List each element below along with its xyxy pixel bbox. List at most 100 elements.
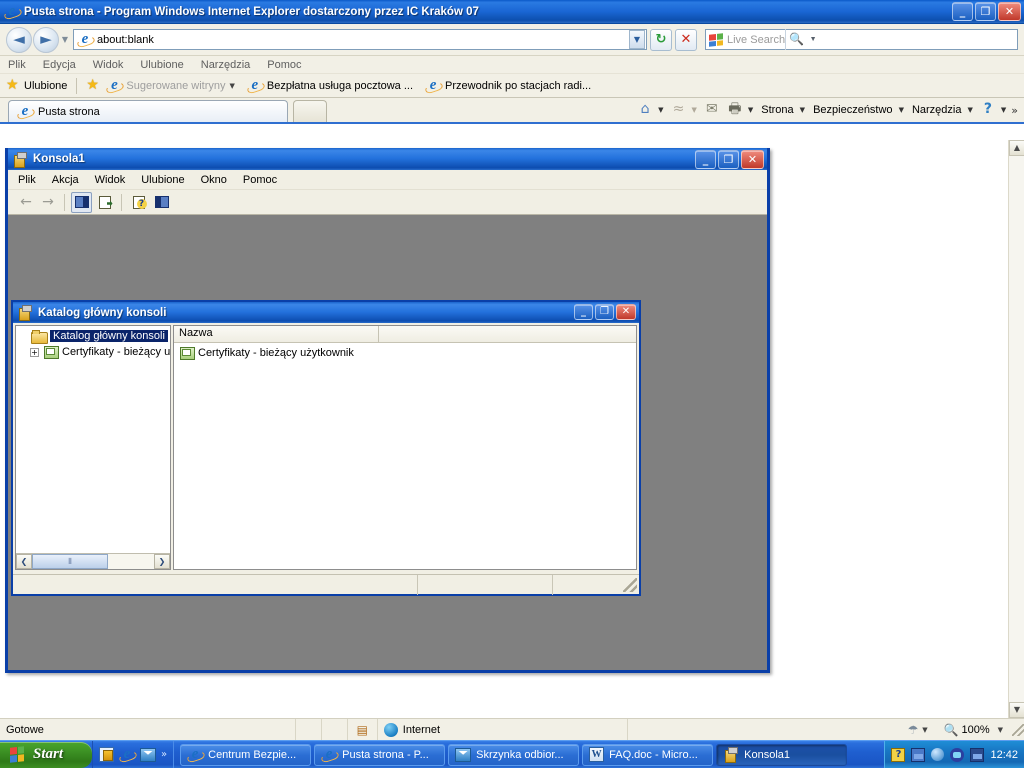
zoom-dropdown-icon[interactable]: ▼ (998, 726, 1003, 734)
menu-item-ulubione[interactable]: Ulubione (140, 59, 183, 71)
start-button[interactable]: Start (0, 741, 92, 768)
mmc-forward-icon[interactable]: → (38, 194, 58, 210)
menu-item-widok[interactable]: Widok (93, 59, 124, 71)
updates-icon[interactable] (911, 747, 926, 762)
child-minimize-button[interactable]: _ (574, 304, 593, 320)
show-hide-action-pane-icon[interactable] (151, 192, 172, 213)
mmc-menu-akcja[interactable]: Akcja (52, 174, 79, 186)
protected-mode-icon[interactable]: ▤ (348, 718, 378, 741)
search-provider-dropdown-icon[interactable]: ▼ (807, 29, 819, 50)
quick-launch-overflow-icon[interactable]: » (161, 749, 167, 760)
volume-icon[interactable] (950, 747, 965, 762)
help-icon[interactable] (128, 192, 149, 213)
result-list-pane[interactable]: Nazwa Certyfikaty - bieżący użytkownik (173, 325, 637, 570)
ie-minimize-button[interactable]: _ (952, 2, 973, 21)
page-menu-button[interactable]: Strona (758, 104, 796, 116)
help-dropdown-icon[interactable]: ▼ (1001, 106, 1006, 114)
task-button-konsola1[interactable]: Konsola1 (716, 743, 848, 766)
favorites-item-mail[interactable]: e Bezpłatna usługa pocztowa ... (247, 77, 414, 94)
child-title-bar[interactable]: Katalog główny konsoli _ ❐ ✕ (13, 302, 639, 323)
security-dropdown-icon[interactable]: ▼ (899, 106, 904, 114)
mmc-menu-pomoc[interactable]: Pomoc (243, 174, 277, 186)
address-input[interactable]: e about:blank ▼ (73, 29, 647, 50)
feeds-icon[interactable]: ≈ (668, 100, 688, 120)
export-list-icon[interactable] (94, 192, 115, 213)
security-center-icon[interactable] (931, 748, 945, 761)
home-icon[interactable]: ⌂ (635, 100, 655, 120)
tools-dropdown-icon[interactable]: ▼ (967, 106, 972, 114)
privacy-report-icon[interactable]: ☂ ▼ (898, 719, 938, 741)
ie-close-button[interactable]: ✕ (998, 2, 1021, 21)
menu-item-pomoc[interactable]: Pomoc (267, 59, 301, 71)
tools-menu-button[interactable]: Narzędzia (909, 104, 965, 116)
search-input[interactable]: Live Search 🔍 ▼ (705, 29, 1018, 50)
menu-item-narzedzia[interactable]: Narzędzia (201, 59, 251, 71)
favorites-item-suggested-sites[interactable]: e Sugerowane witryny ▼ (106, 77, 235, 94)
security-menu-button[interactable]: Bezpieczeństwo (810, 104, 896, 116)
favorites-item-radio[interactable]: e Przewodnik po stacjach radi... (425, 77, 591, 94)
outlook-icon[interactable] (140, 747, 156, 762)
command-bar-overflow-icon[interactable]: » (1011, 104, 1018, 117)
mmc-menu-okno[interactable]: Okno (201, 174, 227, 186)
tree-node-root[interactable]: Katalog główny konsoli (16, 328, 170, 344)
console-tree-pane[interactable]: Katalog główny konsoli + Certyfikaty - b… (15, 325, 171, 570)
task-button-skrzynka-odbiorcza[interactable]: Skrzynka odbior... (448, 743, 580, 766)
ie-restore-button[interactable]: ❐ (975, 2, 996, 21)
network-icon[interactable] (970, 747, 985, 762)
scroll-left-icon[interactable]: ❮ (16, 554, 32, 569)
privacy-dropdown-icon[interactable]: ▼ (922, 726, 927, 734)
mail-icon[interactable]: ✉ (702, 100, 722, 120)
mmc-menu-plik[interactable]: Plik (18, 174, 36, 186)
mmc-title-bar[interactable]: Konsola1 _ ❐ ✕ (8, 148, 767, 170)
show-hide-tree-icon[interactable] (71, 191, 92, 213)
scroll-right-icon[interactable]: ❯ (154, 554, 170, 569)
clock[interactable]: 12:42 (990, 749, 1018, 761)
scroll-down-icon[interactable]: ▼ (1009, 702, 1024, 718)
task-button-faq-doc[interactable]: FAQ.doc - Micro... (582, 743, 714, 766)
show-desktop-icon[interactable] (99, 747, 114, 762)
scroll-thumb[interactable]: ⦀ (32, 554, 108, 569)
resize-grip[interactable] (1012, 723, 1024, 736)
ie-title-bar[interactable]: e Pusta strona - Program Windows Interne… (0, 0, 1024, 24)
feeds-dropdown-icon[interactable]: ▼ (691, 106, 696, 114)
new-tab-button[interactable] (293, 100, 327, 122)
print-icon[interactable]: 🖶 (725, 100, 745, 120)
mmc-menu-ulubione[interactable]: Ulubione (141, 174, 184, 186)
scroll-up-icon[interactable]: ▲ (1009, 140, 1024, 156)
mmc-menu-widok[interactable]: Widok (95, 174, 126, 186)
task-button-centrum-bezpieczenstwa[interactable]: e Centrum Bezpie... (180, 743, 312, 766)
history-dropdown-icon[interactable]: ▼ (59, 35, 71, 44)
tree-expander-icon[interactable]: + (30, 347, 39, 357)
child-resize-grip[interactable] (623, 577, 637, 592)
column-header-nazwa[interactable]: Nazwa (174, 326, 379, 342)
tree-horizontal-scrollbar[interactable]: ❮ ⦀ ❯ (16, 553, 170, 569)
mmc-back-icon[interactable]: ← (16, 194, 36, 210)
stop-button[interactable]: ✕ (675, 28, 697, 51)
favorites-button[interactable]: ★ Ulubione (6, 78, 67, 93)
menu-item-edycja[interactable]: Edycja (43, 59, 76, 71)
zoom-level-control[interactable]: 🔍 100% ▼ (938, 719, 1009, 741)
child-close-button[interactable]: ✕ (616, 304, 636, 320)
tab-pusta-strona[interactable]: e Pusta strona (8, 100, 288, 122)
ie-logo-icon[interactable]: e (119, 746, 135, 763)
scroll-track[interactable]: ⦀ (32, 554, 154, 569)
home-dropdown-icon[interactable]: ▼ (658, 106, 663, 114)
help-icon[interactable]: ? (891, 747, 906, 762)
tree-node-certificates[interactable]: + Certyfikaty - bieżący u (16, 344, 170, 360)
back-button[interactable]: ◄ (6, 26, 32, 53)
page-vertical-scrollbar[interactable]: ▲ ▼ (1008, 140, 1024, 718)
page-dropdown-icon[interactable]: ▼ (800, 106, 805, 114)
forward-button[interactable]: ► (33, 26, 59, 53)
search-go-icon[interactable]: 🔍 (785, 29, 807, 50)
list-item[interactable]: Certyfikaty - bieżący użytkownik (174, 345, 636, 361)
mmc-restore-button[interactable]: ❐ (718, 150, 739, 169)
mmc-minimize-button[interactable]: _ (695, 150, 716, 169)
menu-item-plik[interactable]: Plik (8, 59, 26, 71)
add-favorites-icon[interactable]: ★ (86, 78, 100, 93)
mmc-close-button[interactable]: ✕ (741, 150, 764, 169)
print-dropdown-icon[interactable]: ▼ (748, 106, 753, 114)
column-header-empty[interactable] (379, 326, 636, 342)
task-button-pusta-strona[interactable]: e Pusta strona - P... (314, 743, 446, 766)
refresh-button[interactable]: ↻ (650, 28, 672, 51)
address-dropdown-icon[interactable]: ▼ (629, 30, 645, 49)
